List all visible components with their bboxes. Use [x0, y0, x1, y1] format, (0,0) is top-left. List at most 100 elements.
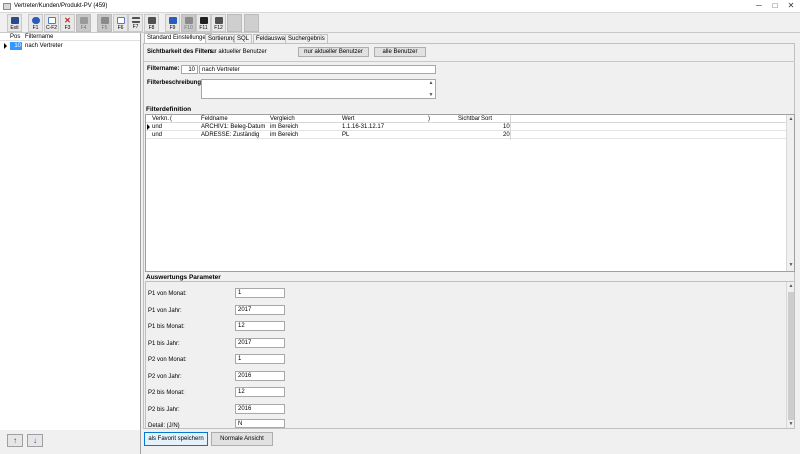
exit-button[interactable]: Exit	[7, 14, 22, 32]
filter-number-field[interactable]: 10	[181, 65, 198, 74]
new-document-icon	[47, 17, 56, 24]
save-favorite-button[interactable]: als Favorit speichern	[144, 432, 208, 446]
print-button[interactable]: F8	[144, 14, 159, 32]
help-button[interactable]: F1	[28, 14, 43, 32]
current-row-indicator-icon	[147, 124, 150, 130]
pos-column-header[interactable]: Pos	[10, 34, 20, 40]
wert-cell[interactable]: 1.1.16-31.12.17	[342, 123, 384, 131]
filter-pos[interactable]: 10	[10, 42, 22, 50]
maximize-button[interactable]: □	[768, 1, 782, 12]
filtername-column-header[interactable]: Filtername	[25, 34, 53, 40]
delete-icon: ✕	[64, 16, 71, 25]
sichtbar-header[interactable]: Sichtbar	[458, 116, 480, 122]
window-title: Vertreter/Kunden/Produkt-PV (459)	[14, 3, 108, 9]
p2-von-monat-field[interactable]: 1	[235, 354, 285, 364]
grid-scroll-down-icon[interactable]: ▼	[787, 262, 795, 268]
grid-icon	[199, 17, 208, 24]
print-icon	[147, 17, 156, 24]
p1-von-monat-label: P1 von Monat:	[148, 291, 187, 297]
printer-setup-button[interactable]: F12	[211, 14, 226, 32]
tab-sql[interactable]: SQL	[234, 34, 253, 43]
p2-von-jahr-label: P2 von Jahr:	[148, 374, 182, 380]
vergleich-cell[interactable]: im Bereich	[270, 123, 298, 131]
verkn-cell[interactable]: und	[152, 123, 162, 131]
app-icon	[3, 3, 11, 10]
wert-header[interactable]: Wert	[342, 116, 355, 122]
filter-description-field[interactable]	[201, 79, 436, 99]
visibility-value: nur aktueller Benutzer	[208, 49, 267, 55]
params-scrollbar[interactable]: ▲ ▼	[786, 282, 794, 428]
save-button[interactable]: F4	[76, 14, 91, 32]
vergleich-header[interactable]: Vergleich	[270, 116, 295, 122]
table-row[interactable]: und ADRESSE: Zuständig im Bereich PL 20	[146, 131, 786, 139]
search-button[interactable]: F5	[97, 14, 112, 32]
filter-name[interactable]: nach Vertreter	[25, 42, 63, 50]
p2-bis-monat-field[interactable]: 12	[235, 387, 285, 397]
key-button[interactable]: F10	[181, 14, 196, 32]
p1-bis-monat-label: P1 bis Monat:	[148, 324, 185, 330]
close-window-button[interactable]: ✕	[784, 1, 798, 12]
params-scroll-up-icon[interactable]: ▲	[787, 283, 795, 289]
move-up-button[interactable]: ↑	[7, 434, 23, 447]
p2-bis-jahr-field[interactable]: 2016	[235, 404, 285, 414]
blank-toolbar-button-1[interactable]	[227, 14, 242, 32]
detail-field[interactable]: N	[235, 419, 285, 428]
vergleich-cell[interactable]: im Bereich	[270, 131, 298, 139]
delete-button[interactable]: ✕ F3	[60, 14, 75, 32]
feldname-header[interactable]: Feldname	[201, 116, 228, 122]
current-user-button[interactable]: nur aktueller Benutzer	[298, 47, 369, 57]
key-icon	[184, 17, 193, 24]
new-button[interactable]: C-F2	[44, 14, 59, 32]
grid-button[interactable]: F11	[196, 14, 211, 32]
feldname-cell[interactable]: ARCHIV1: Beleg-Datum	[201, 123, 265, 131]
table-row[interactable]: und ARCHIV1: Beleg-Datum im Bereich 1.1.…	[146, 123, 786, 131]
sort-header[interactable]: Sort	[481, 116, 492, 122]
params-scroll-down-icon[interactable]: ▼	[787, 421, 795, 427]
save-icon	[79, 17, 88, 24]
column-divider	[510, 115, 511, 140]
help-icon	[31, 17, 40, 24]
grid-scrollbar[interactable]: ▲ ▼	[786, 115, 794, 271]
filtername-field[interactable]: nach Vertreter	[199, 65, 436, 74]
tab-standard-einstellungen[interactable]: Standard Einstellungen	[144, 33, 213, 43]
filter-list: Pos Filtername 10 nach Vertreter	[0, 33, 141, 430]
close-paren-header[interactable]: )	[428, 116, 430, 122]
all-users-button[interactable]: alle Benutzer	[374, 47, 426, 57]
filter-button[interactable]: F9	[165, 14, 180, 32]
filter-icon	[168, 17, 177, 24]
normal-view-button[interactable]: Normale Ansicht	[211, 432, 273, 446]
params-scroll-thumb[interactable]	[788, 292, 794, 420]
description-scroll-up-icon[interactable]: ▲	[427, 80, 435, 86]
verkn-cell[interactable]: und	[152, 131, 162, 139]
minimize-button[interactable]: ─	[752, 1, 766, 12]
description-scroll-down-icon[interactable]: ▼	[427, 92, 435, 98]
p1-bis-monat-field[interactable]: 12	[235, 321, 285, 331]
detail-label: Detail: (J/N)	[148, 423, 180, 429]
p1-bis-jahr-field[interactable]: 2017	[235, 338, 285, 348]
current-row-indicator-icon	[4, 43, 7, 49]
blank-toolbar-button-2[interactable]	[244, 14, 259, 32]
toolbar: Exit F1 C-F2 ✕ F3 F4 F5 F6 F7 F8 F9 F10	[0, 13, 800, 33]
filter-definition-grid: Verkn. ( Feldname Vergleich Wert ) Sicht…	[145, 114, 795, 272]
p2-von-jahr-field[interactable]: 2016	[235, 371, 285, 381]
filter-list-row[interactable]: 10 nach Vertreter	[0, 42, 140, 50]
printer-setup-icon	[214, 17, 223, 24]
move-down-button[interactable]: ↓	[27, 434, 43, 447]
tab-suchergebnis[interactable]: Suchergebnis	[285, 34, 328, 43]
copy-button[interactable]: F6	[113, 14, 128, 32]
p2-von-monat-label: P2 von Monat:	[148, 357, 187, 363]
p1-von-jahr-label: P1 von Jahr:	[148, 308, 182, 314]
wert-cell[interactable]: PL	[342, 131, 349, 139]
list-button[interactable]: F7	[128, 14, 143, 32]
feldname-cell[interactable]: ADRESSE: Zuständig	[201, 131, 259, 139]
visibility-label: Sichtbarkeit des Filters:	[147, 49, 216, 55]
filtername-label: Filtername:	[147, 66, 180, 72]
p1-von-jahr-field[interactable]: 2017	[235, 305, 285, 315]
p1-von-monat-field[interactable]: 1	[235, 288, 285, 298]
grid-scroll-up-icon[interactable]: ▲	[787, 116, 795, 122]
verkn-header[interactable]: Verkn.	[152, 116, 169, 122]
sort-cell[interactable]: 10	[503, 123, 510, 131]
open-paren-header[interactable]: (	[170, 116, 172, 122]
params-title: Auswertungs Parameter	[146, 274, 221, 281]
sort-cell[interactable]: 20	[503, 131, 510, 139]
